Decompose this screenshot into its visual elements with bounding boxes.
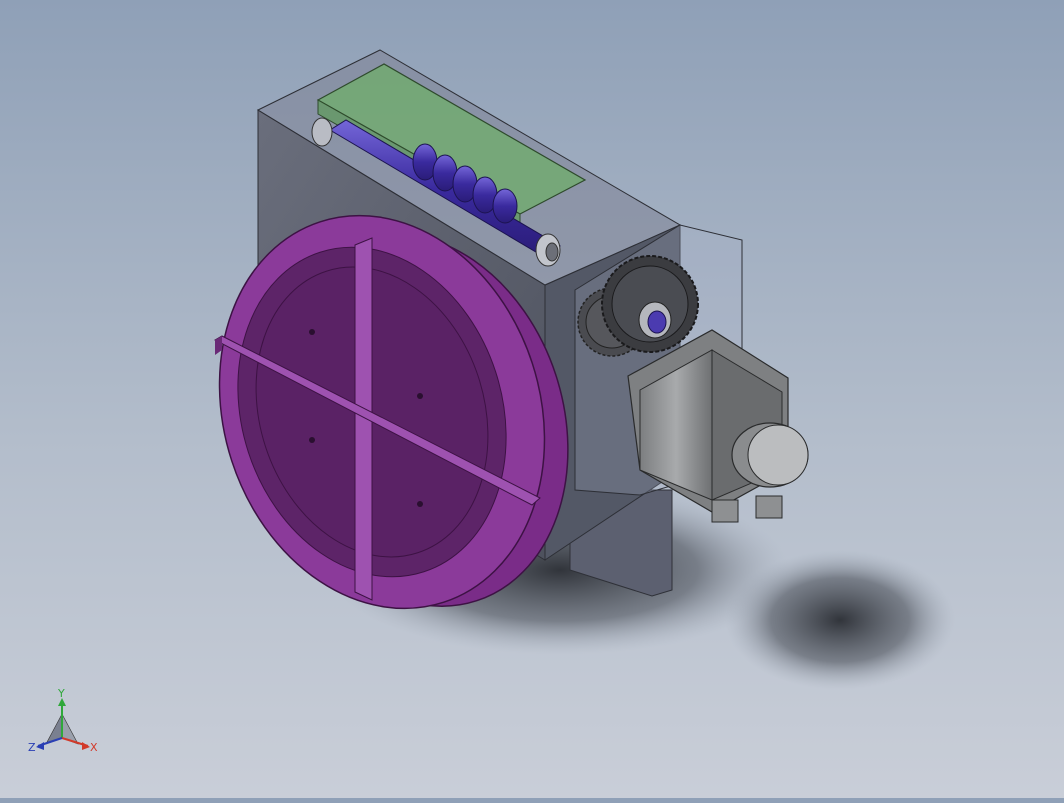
axis-triad [36,698,90,750]
cad-viewport[interactable]: Y X Z [0,0,1064,798]
floor-shadow-motor [725,550,955,690]
triad-y-label: Y [57,687,65,700]
triad-x-label: X [90,741,98,754]
bearing-left [311,117,333,147]
model-graphics[interactable]: Y X Z [0,0,1064,798]
bearing-right-inner [545,242,559,262]
gear-large [601,255,699,353]
triad-z-label: Z [28,741,36,754]
